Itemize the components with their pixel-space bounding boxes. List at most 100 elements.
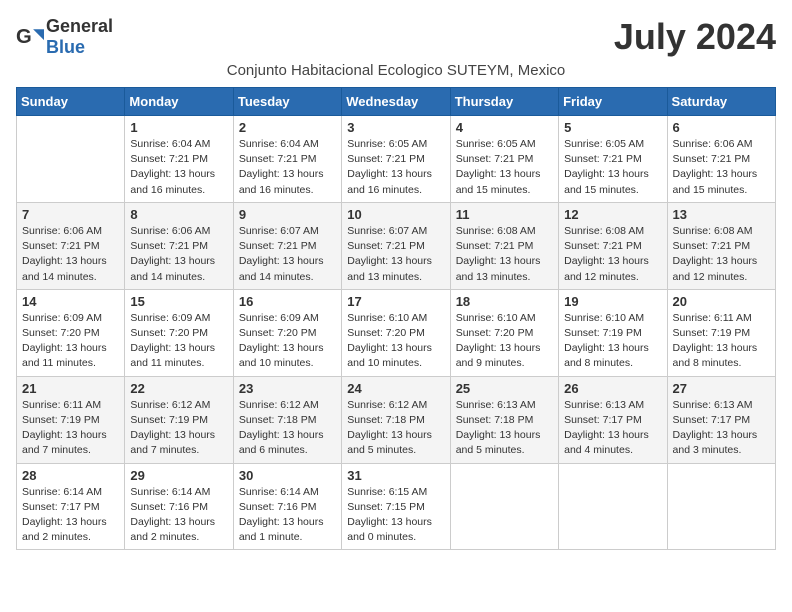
day-info: Sunrise: 6:13 AM Sunset: 7:18 PM Dayligh… <box>456 398 553 459</box>
day-number: 4 <box>456 120 553 135</box>
calendar-cell: 12 Sunrise: 6:08 AM Sunset: 7:21 PM Dayli… <box>559 202 667 289</box>
page-header: G General Blue July 2024 <box>16 16 776 58</box>
day-number: 19 <box>564 294 661 309</box>
column-header-thursday: Thursday <box>450 88 558 116</box>
calendar-cell <box>450 463 558 550</box>
day-info: Sunrise: 6:08 AM Sunset: 7:21 PM Dayligh… <box>673 224 770 285</box>
day-number: 14 <box>22 294 119 309</box>
calendar-week-4: 21 Sunrise: 6:11 AM Sunset: 7:19 PM Dayli… <box>17 376 776 463</box>
day-number: 7 <box>22 207 119 222</box>
day-info: Sunrise: 6:07 AM Sunset: 7:21 PM Dayligh… <box>239 224 336 285</box>
day-number: 25 <box>456 381 553 396</box>
calendar-cell: 24 Sunrise: 6:12 AM Sunset: 7:18 PM Dayli… <box>342 376 450 463</box>
calendar-cell: 25 Sunrise: 6:13 AM Sunset: 7:18 PM Dayli… <box>450 376 558 463</box>
calendar-cell: 7 Sunrise: 6:06 AM Sunset: 7:21 PM Daylig… <box>17 202 125 289</box>
calendar-cell: 22Sunrise: 6:12 AM Sunset: 7:19 PM Dayli… <box>125 376 233 463</box>
calendar-cell: 14 Sunrise: 6:09 AM Sunset: 7:20 PM Dayli… <box>17 289 125 376</box>
calendar-cell <box>559 463 667 550</box>
calendar-cell: 1 Sunrise: 6:04 AM Sunset: 7:21 PM Daylig… <box>125 116 233 203</box>
day-number: 27 <box>673 381 770 396</box>
day-info: Sunrise: 6:11 AM Sunset: 7:19 PM Dayligh… <box>673 311 770 372</box>
calendar-cell: 23Sunrise: 6:12 AM Sunset: 7:18 PM Dayli… <box>233 376 341 463</box>
day-number: 24 <box>347 381 444 396</box>
day-info: Sunrise: 6:10 AM Sunset: 7:20 PM Dayligh… <box>456 311 553 372</box>
day-number: 13 <box>673 207 770 222</box>
day-number: 21 <box>22 381 119 396</box>
column-header-monday: Monday <box>125 88 233 116</box>
day-info: Sunrise: 6:07 AM Sunset: 7:21 PM Dayligh… <box>347 224 444 285</box>
calendar-week-5: 28 Sunrise: 6:14 AM Sunset: 7:17 PM Dayli… <box>17 463 776 550</box>
calendar-cell: 28 Sunrise: 6:14 AM Sunset: 7:17 PM Dayli… <box>17 463 125 550</box>
column-header-saturday: Saturday <box>667 88 775 116</box>
calendar-cell: 2 Sunrise: 6:04 AM Sunset: 7:21 PM Daylig… <box>233 116 341 203</box>
day-number: 30 <box>239 468 336 483</box>
day-number: 17 <box>347 294 444 309</box>
logo: G General Blue <box>16 16 113 58</box>
calendar-cell: 9 Sunrise: 6:07 AM Sunset: 7:21 PM Daylig… <box>233 202 341 289</box>
calendar-cell: 10Sunrise: 6:07 AM Sunset: 7:21 PM Dayli… <box>342 202 450 289</box>
calendar-cell: 6 Sunrise: 6:06 AM Sunset: 7:21 PM Daylig… <box>667 116 775 203</box>
calendar-cell: 17 Sunrise: 6:10 AM Sunset: 7:20 PM Dayli… <box>342 289 450 376</box>
calendar-cell: 4 Sunrise: 6:05 AM Sunset: 7:21 PM Daylig… <box>450 116 558 203</box>
calendar-subtitle: Conjunto Habitacional Ecologico SUTEYM, … <box>16 62 776 79</box>
day-info: Sunrise: 6:09 AM Sunset: 7:20 PM Dayligh… <box>22 311 119 372</box>
day-number: 26 <box>564 381 661 396</box>
day-info: Sunrise: 6:13 AM Sunset: 7:17 PM Dayligh… <box>673 398 770 459</box>
calendar-cell: 31Sunrise: 6:15 AM Sunset: 7:15 PM Dayli… <box>342 463 450 550</box>
column-header-tuesday: Tuesday <box>233 88 341 116</box>
day-info: Sunrise: 6:11 AM Sunset: 7:19 PM Dayligh… <box>22 398 119 459</box>
day-number: 2 <box>239 120 336 135</box>
calendar-table: SundayMondayTuesdayWednesdayThursdayFrid… <box>16 87 776 550</box>
day-info: Sunrise: 6:12 AM Sunset: 7:18 PM Dayligh… <box>347 398 444 459</box>
day-number: 8 <box>130 207 227 222</box>
calendar-header-row: SundayMondayTuesdayWednesdayThursdayFrid… <box>17 88 776 116</box>
calendar-cell: 19Sunrise: 6:10 AM Sunset: 7:19 PM Dayli… <box>559 289 667 376</box>
day-number: 6 <box>673 120 770 135</box>
day-number: 18 <box>456 294 553 309</box>
calendar-cell: 30 Sunrise: 6:14 AM Sunset: 7:16 PM Dayli… <box>233 463 341 550</box>
calendar-cell: 16Sunrise: 6:09 AM Sunset: 7:20 PM Dayli… <box>233 289 341 376</box>
day-info: Sunrise: 6:05 AM Sunset: 7:21 PM Dayligh… <box>564 137 661 198</box>
calendar-week-1: 1 Sunrise: 6:04 AM Sunset: 7:21 PM Daylig… <box>17 116 776 203</box>
day-info: Sunrise: 6:08 AM Sunset: 7:21 PM Dayligh… <box>456 224 553 285</box>
calendar-week-2: 7 Sunrise: 6:06 AM Sunset: 7:21 PM Daylig… <box>17 202 776 289</box>
calendar-cell: 18 Sunrise: 6:10 AM Sunset: 7:20 PM Dayli… <box>450 289 558 376</box>
logo-blue: Blue <box>46 37 85 57</box>
day-number: 12 <box>564 207 661 222</box>
day-info: Sunrise: 6:05 AM Sunset: 7:21 PM Dayligh… <box>456 137 553 198</box>
day-info: Sunrise: 6:06 AM Sunset: 7:21 PM Dayligh… <box>673 137 770 198</box>
logo-general: General <box>46 16 113 36</box>
day-info: Sunrise: 6:10 AM Sunset: 7:20 PM Dayligh… <box>347 311 444 372</box>
day-info: Sunrise: 6:04 AM Sunset: 7:21 PM Dayligh… <box>130 137 227 198</box>
calendar-cell: 11Sunrise: 6:08 AM Sunset: 7:21 PM Dayli… <box>450 202 558 289</box>
day-number: 20 <box>673 294 770 309</box>
day-info: Sunrise: 6:14 AM Sunset: 7:17 PM Dayligh… <box>22 485 119 546</box>
calendar-cell: 5Sunrise: 6:05 AM Sunset: 7:21 PM Daylig… <box>559 116 667 203</box>
day-number: 28 <box>22 468 119 483</box>
calendar-cell <box>17 116 125 203</box>
day-info: Sunrise: 6:14 AM Sunset: 7:16 PM Dayligh… <box>130 485 227 546</box>
svg-text:G: G <box>16 26 32 48</box>
calendar-cell: 21 Sunrise: 6:11 AM Sunset: 7:19 PM Dayli… <box>17 376 125 463</box>
day-info: Sunrise: 6:09 AM Sunset: 7:20 PM Dayligh… <box>130 311 227 372</box>
column-header-wednesday: Wednesday <box>342 88 450 116</box>
day-info: Sunrise: 6:08 AM Sunset: 7:21 PM Dayligh… <box>564 224 661 285</box>
day-number: 15 <box>130 294 227 309</box>
day-info: Sunrise: 6:06 AM Sunset: 7:21 PM Dayligh… <box>22 224 119 285</box>
calendar-cell: 26 Sunrise: 6:13 AM Sunset: 7:17 PM Dayli… <box>559 376 667 463</box>
calendar-week-3: 14 Sunrise: 6:09 AM Sunset: 7:20 PM Dayli… <box>17 289 776 376</box>
day-info: Sunrise: 6:12 AM Sunset: 7:19 PM Dayligh… <box>130 398 227 459</box>
day-info: Sunrise: 6:14 AM Sunset: 7:16 PM Dayligh… <box>239 485 336 546</box>
column-header-friday: Friday <box>559 88 667 116</box>
calendar-cell: 27 Sunrise: 6:13 AM Sunset: 7:17 PM Dayli… <box>667 376 775 463</box>
calendar-cell: 15 Sunrise: 6:09 AM Sunset: 7:20 PM Dayli… <box>125 289 233 376</box>
day-number: 29 <box>130 468 227 483</box>
day-info: Sunrise: 6:12 AM Sunset: 7:18 PM Dayligh… <box>239 398 336 459</box>
day-info: Sunrise: 6:13 AM Sunset: 7:17 PM Dayligh… <box>564 398 661 459</box>
day-info: Sunrise: 6:06 AM Sunset: 7:21 PM Dayligh… <box>130 224 227 285</box>
day-info: Sunrise: 6:04 AM Sunset: 7:21 PM Dayligh… <box>239 137 336 198</box>
column-header-sunday: Sunday <box>17 88 125 116</box>
day-info: Sunrise: 6:15 AM Sunset: 7:15 PM Dayligh… <box>347 485 444 546</box>
day-number: 9 <box>239 207 336 222</box>
day-number: 1 <box>130 120 227 135</box>
